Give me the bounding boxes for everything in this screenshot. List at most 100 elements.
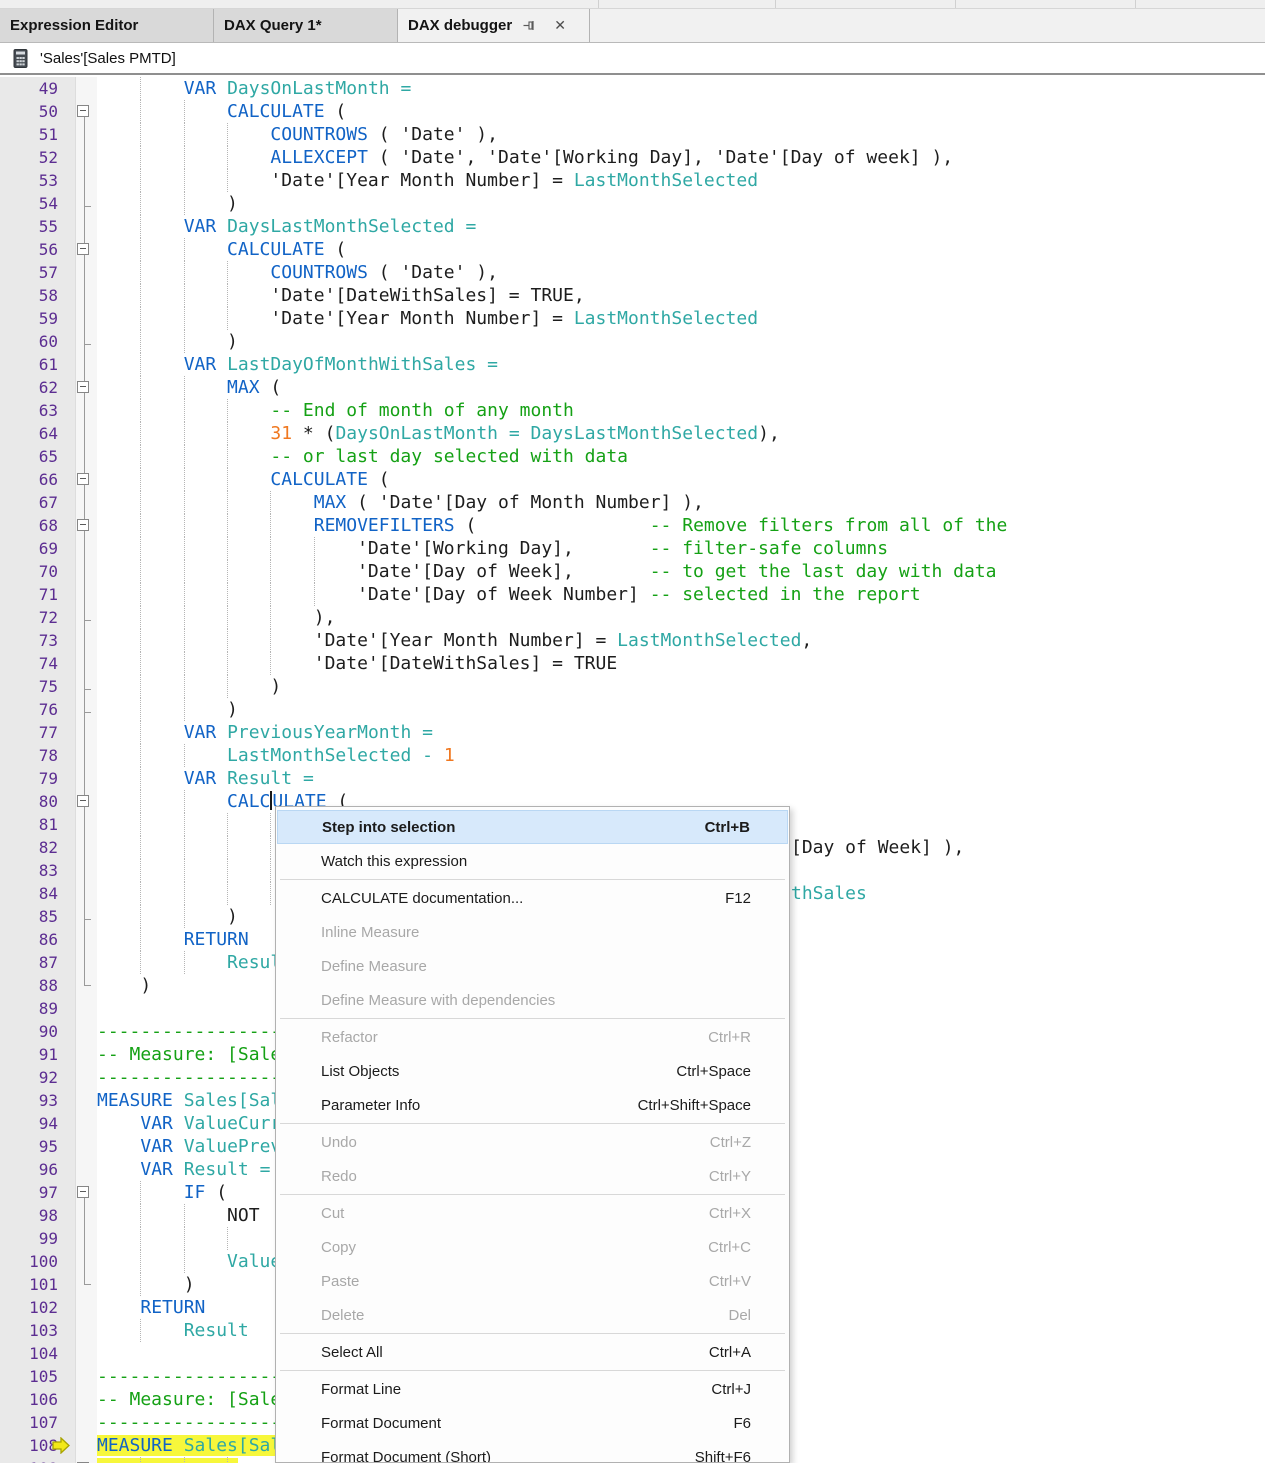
- indent-guide: [184, 537, 185, 560]
- fold-toggle[interactable]: [75, 468, 97, 491]
- code-line[interactable]: COUNTROWS ( 'Date' ),: [97, 123, 1265, 146]
- fold-toggle[interactable]: [75, 1181, 97, 1204]
- fold-mark: [75, 905, 97, 928]
- code-line[interactable]: CALCULATE (: [97, 468, 1265, 491]
- code-line[interactable]: ALLEXCEPT ( 'Date', 'Date'[Working Day],…: [97, 146, 1265, 169]
- fold-toggle[interactable]: [75, 514, 97, 537]
- indent-guide: [184, 399, 185, 422]
- code-line[interactable]: 31 * (DaysOnLastMonth = DaysLastMonthSel…: [97, 422, 1265, 445]
- editor-row: 78 LastMonthSelected - 1: [0, 744, 1265, 767]
- indent-guide: [314, 537, 315, 560]
- indent-guide: [184, 238, 185, 261]
- code-line[interactable]: ): [97, 698, 1265, 721]
- fold-mark: [75, 353, 97, 376]
- fold-toggle[interactable]: [75, 1457, 97, 1463]
- editor-row: 51 COUNTROWS ( 'Date' ),: [0, 123, 1265, 146]
- menu-item-format-line[interactable]: Format LineCtrl+J: [276, 1372, 789, 1406]
- indent-guide: [140, 836, 141, 859]
- code-line[interactable]: ): [97, 675, 1265, 698]
- indent-guide: [140, 652, 141, 675]
- fold-mark: [75, 1112, 97, 1135]
- menu-item-shortcut: Shift+F6: [695, 1449, 751, 1463]
- line-number: 75: [0, 675, 75, 698]
- line-number: 86: [0, 928, 75, 951]
- fold-mark: [75, 1204, 97, 1227]
- code-line[interactable]: 'Date'[Day of Week], -- to get the last …: [97, 560, 1265, 583]
- code-line[interactable]: MAX ( 'Date'[Day of Month Number] ),: [97, 491, 1265, 514]
- menu-item-list-objects[interactable]: List ObjectsCtrl+Space: [276, 1054, 789, 1088]
- close-icon[interactable]: ✕: [545, 17, 566, 34]
- fold-mark: [75, 675, 97, 698]
- code-line[interactable]: REMOVEFILTERS ( -- Remove filters from a…: [97, 514, 1265, 537]
- code-line[interactable]: COUNTROWS ( 'Date' ),: [97, 261, 1265, 284]
- line-number: 84: [0, 882, 75, 905]
- code-line[interactable]: -- or last day selected with data: [97, 445, 1265, 468]
- code-fragment[interactable]: [Day of Week] ),: [791, 836, 964, 859]
- line-number: 92: [0, 1066, 75, 1089]
- code-line[interactable]: 'Date'[Year Month Number] = LastMonthSel…: [97, 307, 1265, 330]
- code-line[interactable]: 'Date'[Day of Week Number] -- selected i…: [97, 583, 1265, 606]
- code-line[interactable]: CALCULATE (: [97, 238, 1265, 261]
- code-line[interactable]: -- End of month of any month: [97, 399, 1265, 422]
- indent-guide: [140, 146, 141, 169]
- line-number: 57: [0, 261, 75, 284]
- tab-label: Expression Editor: [10, 17, 138, 34]
- code-fragment[interactable]: thSales: [791, 882, 867, 905]
- line-number: 80: [0, 790, 75, 813]
- menu-item-paste: PasteCtrl+V: [276, 1264, 789, 1298]
- fold-toggle[interactable]: [75, 100, 97, 123]
- code-line[interactable]: ): [97, 192, 1265, 215]
- menu-item-format-document-short[interactable]: Format Document (Short)Shift+F6: [276, 1440, 789, 1463]
- line-number: 72: [0, 606, 75, 629]
- code-line[interactable]: ),: [97, 606, 1265, 629]
- fold-mark: [75, 1043, 97, 1066]
- fold-mark: [75, 123, 97, 146]
- menu-item-label: Parameter Info: [321, 1097, 638, 1114]
- pin-icon[interactable]: [522, 19, 535, 32]
- code-line[interactable]: CALCULATE (: [97, 100, 1265, 123]
- code-line[interactable]: 'Date'[DateWithSales] = TRUE,: [97, 284, 1265, 307]
- fold-mark: [75, 261, 97, 284]
- code-line[interactable]: VAR DaysLastMonthSelected =: [97, 215, 1265, 238]
- fold-mark: [75, 1135, 97, 1158]
- menu-item-label: Format Document: [321, 1415, 733, 1432]
- code-line[interactable]: 'Date'[Year Month Number] = LastMonthSel…: [97, 169, 1265, 192]
- editor-row: 50 CALCULATE (: [0, 100, 1265, 123]
- code-line[interactable]: 'Date'[DateWithSales] = TRUE: [97, 652, 1265, 675]
- code-line[interactable]: ): [97, 330, 1265, 353]
- code-line[interactable]: 'Date'[Year Month Number] = LastMonthSel…: [97, 629, 1265, 652]
- menu-item-format-document[interactable]: Format DocumentF6: [276, 1406, 789, 1440]
- tab-expression-editor[interactable]: Expression Editor: [0, 9, 214, 42]
- fold-toggle[interactable]: [75, 376, 97, 399]
- tab-dax-debugger[interactable]: DAX debugger✕: [398, 9, 590, 42]
- menu-item-label: Format Document (Short): [321, 1449, 695, 1463]
- indent-guide: [184, 192, 185, 215]
- line-number: 91: [0, 1043, 75, 1066]
- menu-item-shortcut: Del: [728, 1307, 751, 1324]
- tab-dax-query-1[interactable]: DAX Query 1*: [214, 9, 398, 42]
- code-line[interactable]: MAX (: [97, 376, 1265, 399]
- menu-item-parameter-info[interactable]: Parameter InfoCtrl+Shift+Space: [276, 1088, 789, 1122]
- fold-mark: [75, 859, 97, 882]
- current-line-highlight: [97, 1458, 238, 1463]
- indent-guide: [140, 261, 141, 284]
- menu-item-redo: RedoCtrl+Y: [276, 1159, 789, 1193]
- menu-item-select-all[interactable]: Select AllCtrl+A: [276, 1335, 789, 1369]
- fold-toggle[interactable]: [75, 790, 97, 813]
- code-line[interactable]: LastMonthSelected - 1: [97, 744, 1265, 767]
- tab-label: DAX Query 1*: [224, 17, 322, 34]
- fold-toggle[interactable]: [75, 238, 97, 261]
- code-line[interactable]: VAR Result =: [97, 767, 1265, 790]
- menu-item-label: CALCULATE documentation...: [321, 890, 725, 907]
- menu-item-step-into-selection[interactable]: Step into selectionCtrl+B: [277, 810, 788, 844]
- indent-guide: [140, 1250, 141, 1273]
- code-line[interactable]: VAR LastDayOfMonthWithSales =: [97, 353, 1265, 376]
- code-line[interactable]: VAR DaysOnLastMonth =: [97, 77, 1265, 100]
- indent-guide: [227, 422, 228, 445]
- menu-item-watch-this-expression[interactable]: Watch this expression: [276, 844, 789, 878]
- indent-guide: [140, 399, 141, 422]
- code-line[interactable]: 'Date'[Working Day], -- filter-safe colu…: [97, 537, 1265, 560]
- menu-item-calculate-documentation[interactable]: CALCULATE documentation...F12: [276, 881, 789, 915]
- code-line[interactable]: VAR PreviousYearMonth =: [97, 721, 1265, 744]
- fold-mark: [75, 1227, 97, 1250]
